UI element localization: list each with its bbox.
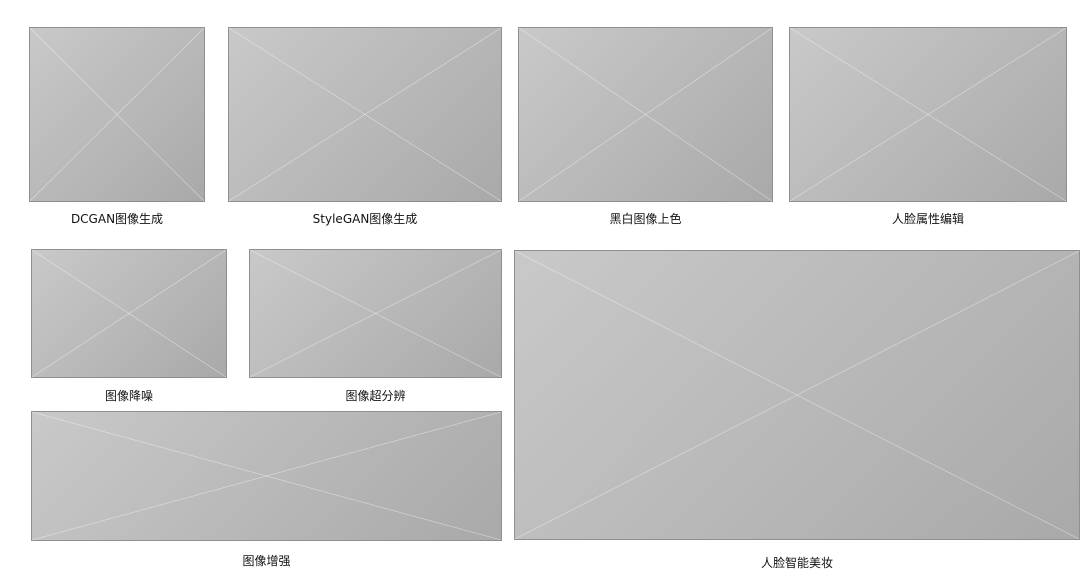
super-res-image — [249, 249, 502, 378]
colorize-caption: 黑白图像上色 — [609, 212, 682, 226]
dcgan-caption: DCGAN图像生成 — [70, 212, 164, 226]
denoise-image — [31, 249, 227, 378]
makeup-caption: 人脸智能美妆 — [760, 556, 833, 570]
denoise-caption: 图像降噪 — [104, 389, 153, 403]
super-res-caption: 图像超分辨 — [345, 389, 406, 403]
enhance-image — [31, 411, 502, 541]
face-edit-caption: 人脸属性编辑 — [891, 212, 964, 226]
stylegan-caption: StyleGAN图像生成 — [312, 212, 418, 226]
stylegan-face-grid-image — [228, 27, 502, 202]
dcgan-face-grid-image — [29, 27, 205, 202]
enhance-caption: 图像增强 — [242, 554, 291, 568]
makeup-grid-image — [514, 250, 1080, 540]
face-edit-image — [789, 27, 1067, 202]
colorize-flowers-image — [518, 27, 773, 202]
